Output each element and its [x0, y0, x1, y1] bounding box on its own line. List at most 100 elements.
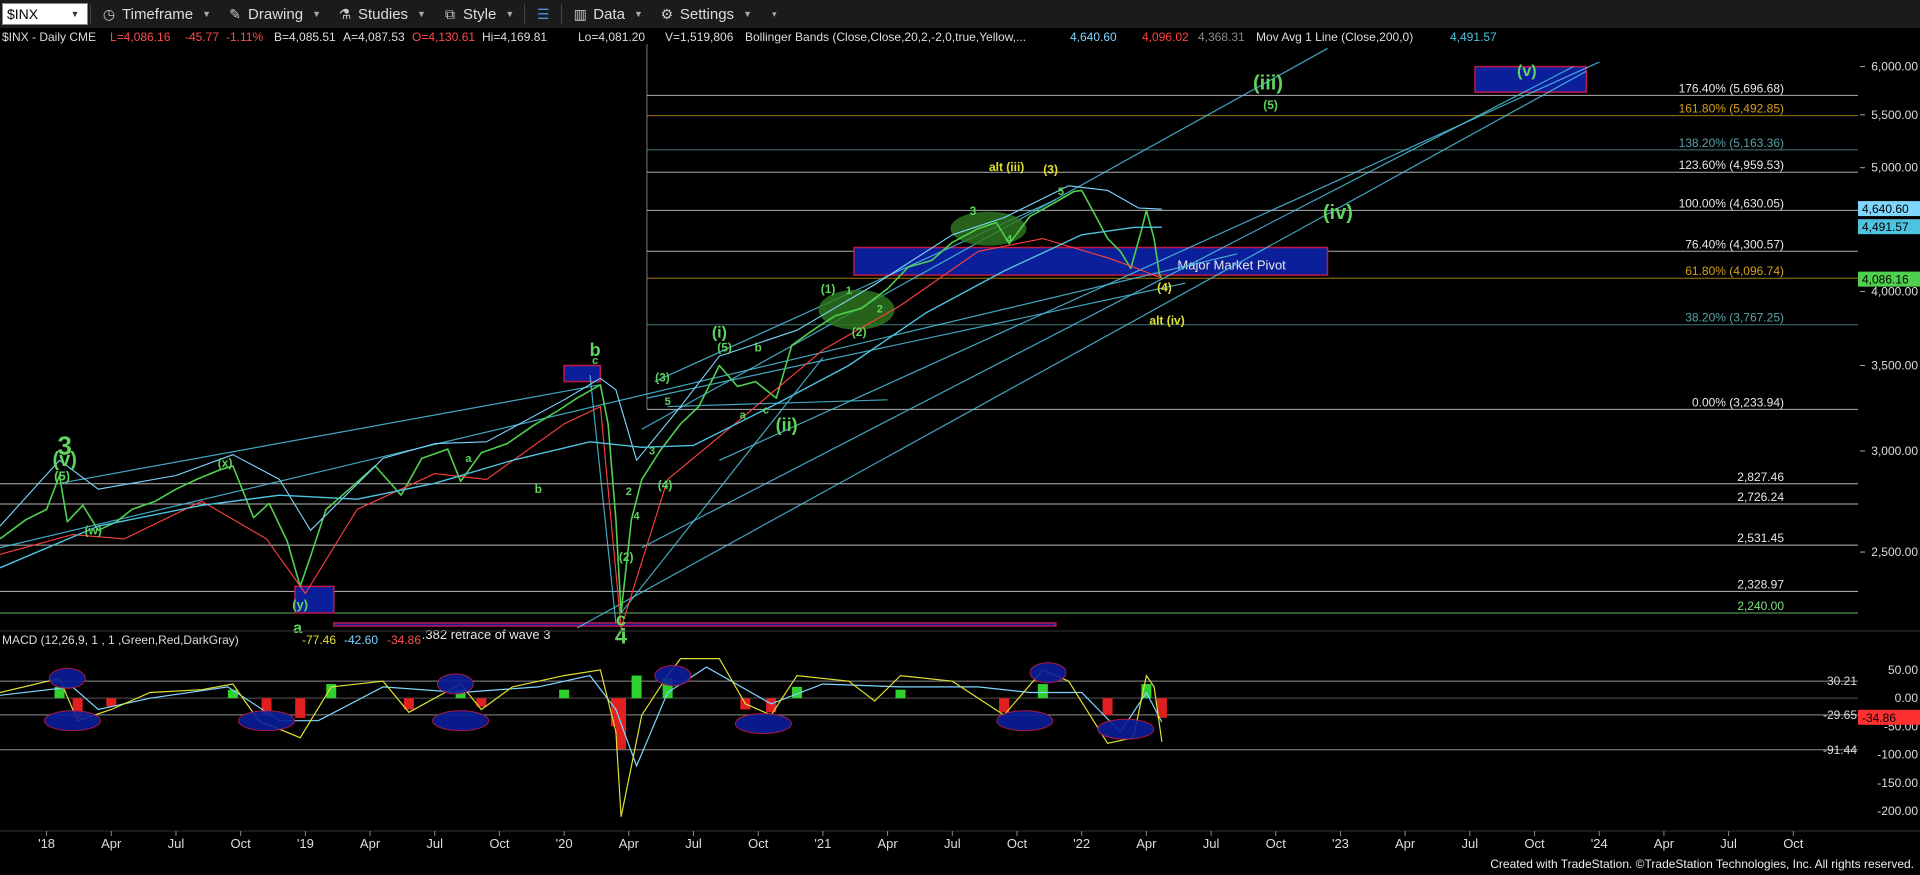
time-axis-label: '22 — [1073, 836, 1090, 851]
wave-label: 5 — [665, 396, 671, 408]
wave-label: a — [740, 410, 747, 422]
wave-label: 3 — [970, 204, 977, 218]
macd-level-label: 30.21 — [1827, 674, 1857, 688]
price-axis-label: 5,500.00 — [1871, 108, 1918, 122]
flask-icon: ⚗ — [338, 5, 352, 22]
macd-level-label: -91.44 — [1823, 743, 1857, 757]
macd-axis-label: -150.00 — [1877, 776, 1918, 790]
wave-label: (5) — [717, 340, 732, 354]
settings-label: Settings — [679, 5, 735, 23]
macd-marker-oval — [734, 713, 792, 735]
price-axis-label: 6,000.00 — [1871, 60, 1918, 74]
macd-marker-oval — [1029, 662, 1067, 684]
time-axis-label: Apr — [619, 836, 640, 851]
macd-histogram-value: -34.86 — [387, 633, 421, 647]
drawing-label: Drawing — [248, 5, 304, 23]
highlight-ellipse — [950, 211, 1027, 246]
wave-label: (3) — [655, 371, 670, 385]
time-axis-label: Jul — [1720, 836, 1737, 851]
style-button[interactable]: ⧉ Style ▼ — [434, 1, 522, 27]
wave-label: (4) — [658, 478, 673, 492]
macd-marker-oval — [43, 710, 101, 732]
wave-label: a — [293, 620, 302, 637]
time-axis-label: Jul — [168, 836, 185, 851]
low-price: Lo=4,081.20 — [578, 30, 645, 44]
horizontal-level-label: 2,240.00 — [1737, 599, 1784, 613]
price-axis-label: 3,000.00 — [1871, 444, 1918, 458]
wave-label: (5) — [54, 468, 70, 483]
horizontal-level-label: 2,827.46 — [1737, 470, 1784, 484]
retrace-box — [333, 622, 1057, 627]
toolbar-divider — [90, 4, 91, 24]
time-axis-label: Oct — [1266, 836, 1287, 851]
fibonacci-level-label: 138.20% (5,163.36) — [1679, 136, 1784, 150]
wave-label: (ii) — [776, 415, 798, 435]
wave-label: alt (iv) — [1149, 313, 1184, 327]
macd-marker-oval — [432, 710, 490, 732]
macd-histogram-bar — [295, 698, 306, 718]
wave-label: (1) — [821, 282, 836, 296]
more-button[interactable]: ▾ — [760, 1, 785, 27]
macd-signal-value: -42.60 — [344, 633, 378, 647]
time-axis-label: Jul — [944, 836, 961, 851]
price-axis-label: 3,500.00 — [1871, 358, 1918, 372]
time-axis-label: Apr — [360, 836, 381, 851]
macd-marker-oval — [238, 710, 296, 732]
wave-label: (5) — [1263, 98, 1278, 112]
open-price: O=4,130.61 — [412, 30, 475, 44]
time-axis-label: Jul — [1203, 836, 1220, 851]
fibonacci-level-label: 38.20% (3,767.25) — [1685, 311, 1784, 325]
time-axis-label: '21 — [814, 836, 831, 851]
macd-axis-label: 0.00 — [1895, 691, 1919, 705]
wave-label: 4 — [615, 623, 628, 648]
wave-label: 1 — [846, 285, 852, 297]
fibonacci-level-label: 61.80% (4,096.74) — [1685, 264, 1784, 278]
time-axis-label: Oct — [748, 836, 769, 851]
price-tag: 4,086.16 — [1862, 273, 1909, 287]
price-chart[interactable]: $INX - Daily CME L=4,086.16 -45.77 -1.11… — [0, 28, 1920, 875]
toolbar-divider — [561, 4, 563, 24]
chevron-down-icon: ▼ — [202, 9, 212, 19]
wave-label: (y) — [292, 597, 308, 612]
time-axis-label: Apr — [1654, 836, 1675, 851]
wave-label: c — [592, 355, 598, 367]
style-label: Style — [462, 5, 497, 23]
studies-button[interactable]: ⚗ Studies ▼ — [329, 1, 434, 27]
time-axis-label: Oct — [489, 836, 510, 851]
macd-axis-label: 50.00 — [1888, 663, 1918, 677]
toolbar-divider — [524, 4, 526, 24]
moving-average-value: 4,491.57 — [1450, 30, 1497, 44]
gear-icon: ⚙ — [660, 5, 674, 22]
wave-label: a — [465, 453, 472, 465]
macd-axis-label: -200.00 — [1877, 804, 1918, 818]
chart-style-icon: ⧉ — [444, 5, 455, 22]
time-axis-label: Apr — [101, 836, 122, 851]
wave-label: (w) — [84, 524, 101, 538]
macd-marker-oval — [436, 673, 474, 695]
price-tag: 4,491.57 — [1862, 220, 1909, 234]
time-axis-label: Jul — [426, 836, 443, 851]
last-price: L=4,086.16 — [110, 30, 171, 44]
timeframe-button[interactable]: ◷ Timeframe ▼ — [93, 1, 219, 27]
fibonacci-level-label: 100.00% (4,630.05) — [1679, 196, 1784, 210]
time-axis-label: Apr — [1395, 836, 1416, 851]
wave-label: (2) — [852, 325, 867, 339]
wave-label: (x) — [218, 456, 233, 470]
layout-button[interactable]: ☰ — [527, 1, 559, 27]
wave-label: 5 — [1058, 186, 1064, 198]
pct-change: -1.11% — [226, 30, 263, 44]
time-axis-label: Apr — [877, 836, 898, 851]
drawing-button[interactable]: ✎ Drawing ▼ — [219, 1, 329, 27]
macd-label: MACD (12,26,9, 1 , 1 ,Green,Red,DarkGray… — [2, 633, 239, 647]
settings-button[interactable]: ⚙ Settings ▼ — [651, 1, 760, 27]
wave-label: (2) — [619, 550, 634, 564]
chevron-down-icon: ▼ — [633, 9, 643, 19]
symbol-input[interactable]: $INX ▼ — [2, 3, 88, 25]
data-button[interactable]: ▥ Data ▼ — [564, 1, 651, 27]
chevron-down-icon: ▼ — [312, 9, 321, 19]
macd-marker-oval — [654, 665, 692, 687]
horizontal-level-label: 2,531.45 — [1737, 531, 1784, 545]
wave-label: c — [763, 404, 769, 416]
layout-icon: ☰ — [536, 5, 550, 22]
chevron-down-icon: ▼ — [505, 9, 515, 19]
